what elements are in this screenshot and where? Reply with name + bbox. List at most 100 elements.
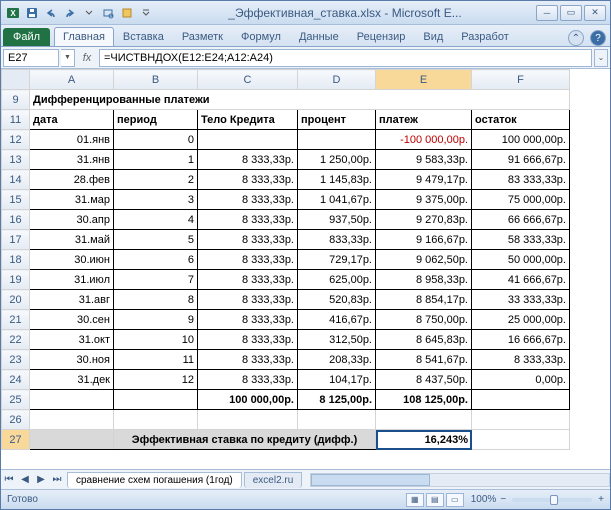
cell-balance[interactable]: 16 666,67р. <box>472 330 570 350</box>
cell-body[interactable]: 8 333,33р. <box>198 370 298 390</box>
row-hdr[interactable]: 24 <box>2 370 30 390</box>
cell-period[interactable]: 12 <box>114 370 198 390</box>
cell-date[interactable]: 31.мар <box>30 190 114 210</box>
cell[interactable] <box>472 430 570 450</box>
cell-payment[interactable]: 9 062,50р. <box>376 250 472 270</box>
row-hdr[interactable]: 20 <box>2 290 30 310</box>
col-hdr-d[interactable]: D <box>298 70 376 90</box>
cell-percent[interactable]: 1 145,83р. <box>298 170 376 190</box>
hdr-date[interactable]: дата <box>30 110 114 130</box>
file-tab[interactable]: Файл <box>3 28 50 46</box>
qat-dropdown-icon[interactable] <box>138 5 154 21</box>
horizontal-scrollbar[interactable] <box>310 473 610 487</box>
cell-date[interactable]: 31.дек <box>30 370 114 390</box>
total-body[interactable]: 100 000,00р. <box>198 390 298 410</box>
excel-icon[interactable]: X <box>5 5 21 21</box>
cell-balance[interactable]: 41 666,67р. <box>472 270 570 290</box>
cell-period[interactable]: 6 <box>114 250 198 270</box>
cell-period[interactable]: 1 <box>114 150 198 170</box>
row-hdr[interactable]: 13 <box>2 150 30 170</box>
close-button[interactable]: ✕ <box>584 5 606 21</box>
cell[interactable] <box>114 390 198 410</box>
view-pagebreak-icon[interactable]: ▭ <box>446 493 464 507</box>
row-hdr[interactable]: 14 <box>2 170 30 190</box>
cell-payment[interactable]: 9 375,00р. <box>376 190 472 210</box>
cell[interactable] <box>198 410 298 430</box>
row-hdr[interactable]: 22 <box>2 330 30 350</box>
cell-percent[interactable]: 1 250,00р. <box>298 150 376 170</box>
tab-formulas[interactable]: Формул <box>232 27 290 46</box>
hdr-body[interactable]: Тело Кредита <box>198 110 298 130</box>
cell-balance[interactable]: 0,00р. <box>472 370 570 390</box>
cell-payment[interactable]: 9 270,83р. <box>376 210 472 230</box>
row-hdr[interactable]: 17 <box>2 230 30 250</box>
print-preview-icon[interactable] <box>100 5 116 21</box>
total-payment[interactable]: 108 125,00р. <box>376 390 472 410</box>
tab-review[interactable]: Рецензир <box>348 27 415 46</box>
cell-payment[interactable]: -100 000,00р. <box>376 130 472 150</box>
cell-payment[interactable]: 8 541,67р. <box>376 350 472 370</box>
cell-balance[interactable]: 33 333,33р. <box>472 290 570 310</box>
cell-payment[interactable]: 9 583,33р. <box>376 150 472 170</box>
cell-date[interactable]: 30.ноя <box>30 350 114 370</box>
sheet-tab[interactable]: excel2.ru <box>244 472 303 488</box>
grid-scroll[interactable]: A B C D E F 9 Дифференцированные платежи… <box>1 69 610 469</box>
cell-balance[interactable]: 91 666,67р. <box>472 150 570 170</box>
cell-date[interactable]: 30.сен <box>30 310 114 330</box>
tab-insert[interactable]: Вставка <box>114 27 173 46</box>
cell-period[interactable]: 9 <box>114 310 198 330</box>
cell-percent[interactable]: 937,50р. <box>298 210 376 230</box>
row-hdr[interactable]: 25 <box>2 390 30 410</box>
cell-body[interactable]: 8 333,33р. <box>198 150 298 170</box>
name-box[interactable]: E27 <box>3 49 59 67</box>
row-hdr[interactable]: 16 <box>2 210 30 230</box>
sheet-nav-next-icon[interactable]: ▶ <box>33 472 49 488</box>
cell-period[interactable]: 5 <box>114 230 198 250</box>
cell-body[interactable]: 8 333,33р. <box>198 310 298 330</box>
section-heading[interactable]: Дифференцированные платежи <box>30 90 570 110</box>
cell-balance[interactable]: 25 000,00р. <box>472 310 570 330</box>
formula-expand-icon[interactable]: ⌄ <box>594 49 608 67</box>
row-hdr[interactable]: 26 <box>2 410 30 430</box>
zoom-slider[interactable] <box>512 498 592 502</box>
cell-date[interactable]: 31.окт <box>30 330 114 350</box>
cell-percent[interactable]: 208,33р. <box>298 350 376 370</box>
cell-percent[interactable]: 729,17р. <box>298 250 376 270</box>
cell-payment[interactable]: 8 854,17р. <box>376 290 472 310</box>
help-icon[interactable]: ? <box>590 30 606 46</box>
cell-date[interactable]: 31.авг <box>30 290 114 310</box>
qat-custom-icon[interactable] <box>119 5 135 21</box>
cell-payment[interactable]: 8 437,50р. <box>376 370 472 390</box>
hdr-payment[interactable]: платеж <box>376 110 472 130</box>
zoom-out-button[interactable]: − <box>500 494 506 505</box>
cell[interactable] <box>30 430 114 450</box>
cell-body[interactable]: 8 333,33р. <box>198 270 298 290</box>
col-hdr-b[interactable]: B <box>114 70 198 90</box>
cell-body[interactable]: 8 333,33р. <box>198 290 298 310</box>
cell-period[interactable]: 4 <box>114 210 198 230</box>
cell[interactable] <box>30 390 114 410</box>
sheet-nav-last-icon[interactable]: ⏭ <box>49 472 65 488</box>
tab-view[interactable]: Вид <box>414 27 452 46</box>
cell-body[interactable]: 8 333,33р. <box>198 250 298 270</box>
name-box-dropdown-icon[interactable]: ▼ <box>61 49 75 67</box>
tab-layout[interactable]: Разметк <box>173 27 232 46</box>
cell[interactable] <box>376 410 472 430</box>
cell-payment[interactable]: 8 958,33р. <box>376 270 472 290</box>
cell-period[interactable]: 10 <box>114 330 198 350</box>
cell[interactable] <box>30 410 114 430</box>
maximize-button[interactable]: ▭ <box>560 5 582 21</box>
col-hdr-a[interactable]: A <box>30 70 114 90</box>
row-hdr[interactable]: 15 <box>2 190 30 210</box>
row-hdr[interactable]: 9 <box>2 90 30 110</box>
col-hdr-c[interactable]: C <box>198 70 298 90</box>
cell-period[interactable]: 11 <box>114 350 198 370</box>
cell-date[interactable]: 31.июл <box>30 270 114 290</box>
save-icon[interactable] <box>24 5 40 21</box>
cell[interactable] <box>114 410 198 430</box>
cell-balance[interactable]: 8 333,33р. <box>472 350 570 370</box>
cell-percent[interactable]: 104,17р. <box>298 370 376 390</box>
eff-rate-value[interactable]: 16,243% <box>376 430 472 450</box>
cell-date[interactable]: 28.фев <box>30 170 114 190</box>
redo-icon[interactable] <box>62 5 78 21</box>
